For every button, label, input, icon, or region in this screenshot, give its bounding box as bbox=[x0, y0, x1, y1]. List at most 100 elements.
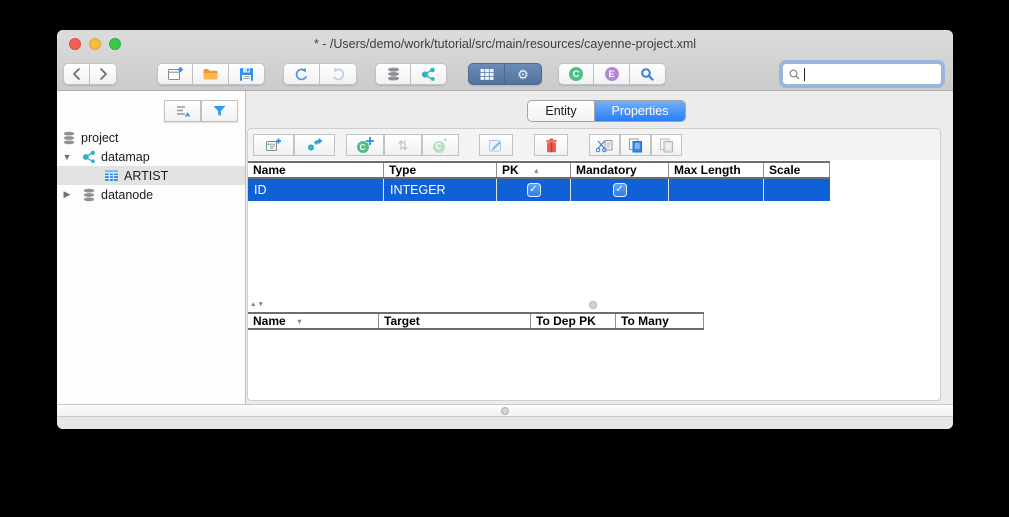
horizontal-splitter[interactable] bbox=[57, 404, 953, 417]
status-bar bbox=[57, 417, 953, 429]
search-input[interactable] bbox=[782, 63, 942, 85]
new-project-button[interactable] bbox=[157, 63, 193, 85]
search-dialog-button[interactable] bbox=[630, 63, 666, 85]
redo-button[interactable] bbox=[320, 63, 357, 85]
paste-button[interactable] bbox=[651, 134, 682, 156]
new-project-icon bbox=[167, 66, 184, 82]
embeddable-icon: E bbox=[605, 67, 619, 81]
minimize-button[interactable] bbox=[89, 38, 101, 50]
cell-mandatory[interactable]: ✓ bbox=[571, 179, 669, 201]
text-caret bbox=[804, 68, 805, 81]
data-button-group bbox=[375, 63, 447, 85]
entity-button-group: C E bbox=[558, 63, 666, 85]
database-icon bbox=[386, 67, 401, 81]
tree-item-datamap[interactable]: ▼ datamap bbox=[57, 147, 245, 166]
create-attribute-button[interactable] bbox=[253, 134, 294, 156]
table-splitter-handle[interactable] bbox=[589, 301, 597, 309]
column-header-target[interactable]: Target bbox=[379, 314, 531, 328]
new-datanode-button[interactable] bbox=[375, 63, 411, 85]
column-header-type[interactable]: Type bbox=[384, 163, 497, 177]
remove-button-group bbox=[534, 134, 568, 156]
datamap-display-button[interactable] bbox=[468, 63, 505, 85]
sidebar: project ▼ datamap bbox=[57, 91, 246, 404]
clipboard-button-group bbox=[589, 134, 682, 156]
table-grid-icon bbox=[480, 68, 494, 81]
tree-item-artist[interactable]: ARTIST bbox=[57, 166, 245, 185]
create-relationship-icon bbox=[306, 137, 323, 153]
column-header-to-dep-pk[interactable]: To Dep PK bbox=[531, 314, 616, 328]
nav-button-group bbox=[63, 63, 117, 85]
column-header-mandatory[interactable]: Mandatory bbox=[571, 163, 669, 177]
column-header-scale[interactable]: Scale bbox=[764, 163, 830, 177]
cell-max-length[interactable] bbox=[669, 179, 764, 201]
undo-icon bbox=[294, 67, 309, 81]
entity-toolbar: C ⇅ C ▲ bbox=[248, 129, 940, 160]
undo-button[interactable] bbox=[283, 63, 320, 85]
undo-button-group bbox=[283, 63, 357, 85]
datamap-icon bbox=[82, 150, 96, 164]
tab-properties[interactable]: Properties bbox=[594, 101, 685, 121]
search-icon bbox=[640, 67, 655, 82]
open-project-button[interactable] bbox=[193, 63, 229, 85]
search-field-icon bbox=[788, 68, 801, 81]
pk-checkbox[interactable]: ✓ bbox=[527, 183, 541, 197]
tree-item-label: ARTIST bbox=[124, 169, 168, 183]
window-title: * - /Users/demo/work/tutorial/src/main/r… bbox=[57, 30, 953, 58]
back-icon bbox=[72, 68, 81, 80]
forward-button[interactable] bbox=[90, 63, 117, 85]
file-button-group bbox=[157, 63, 265, 85]
sort-desc-icon: ▼ bbox=[296, 317, 303, 326]
expander-closed-icon[interactable]: ▶ bbox=[61, 189, 73, 200]
sidebar-toolbar bbox=[164, 100, 238, 122]
table-splitter[interactable]: ▲▼ bbox=[248, 300, 940, 312]
tree-item-label: datamap bbox=[101, 150, 150, 164]
collapse-tree-icon bbox=[175, 104, 191, 119]
column-header-name[interactable]: Name bbox=[248, 163, 384, 177]
column-header-to-many[interactable]: To Many bbox=[616, 314, 704, 328]
back-button[interactable] bbox=[63, 63, 90, 85]
screen: * - /Users/demo/work/tutorial/src/main/r… bbox=[0, 0, 1009, 517]
column-header-rel-name[interactable]: Name▼ bbox=[248, 314, 379, 328]
cut-button[interactable] bbox=[589, 134, 620, 156]
column-header-max-length[interactable]: Max Length bbox=[669, 163, 764, 177]
copy-icon bbox=[628, 138, 643, 153]
datamap-icon bbox=[421, 67, 436, 82]
mandatory-checkbox[interactable]: ✓ bbox=[613, 183, 627, 197]
new-objentity-button[interactable]: C bbox=[558, 63, 594, 85]
horizontal-splitter-handle[interactable] bbox=[501, 407, 509, 415]
close-button[interactable] bbox=[69, 38, 81, 50]
filter-button[interactable] bbox=[201, 100, 238, 122]
attribute-row-id[interactable]: ID INTEGER ✓ ✓ bbox=[248, 179, 830, 201]
collapse-tree-button[interactable] bbox=[164, 100, 201, 122]
edit-button[interactable] bbox=[479, 134, 513, 156]
column-header-pk[interactable]: PK▲ bbox=[497, 163, 571, 177]
zoom-button[interactable] bbox=[109, 38, 121, 50]
new-embeddable-button[interactable]: E bbox=[594, 63, 630, 85]
remove-button[interactable] bbox=[534, 134, 568, 156]
create-objentity-button[interactable]: C bbox=[346, 134, 384, 156]
database-icon bbox=[62, 131, 76, 145]
sort-asc-icon: ▲ bbox=[533, 166, 540, 175]
expander-open-icon[interactable]: ▼ bbox=[61, 152, 73, 162]
new-datamap-button[interactable] bbox=[411, 63, 447, 85]
cell-name[interactable]: ID bbox=[248, 179, 384, 201]
tree-item-project[interactable]: project bbox=[57, 128, 245, 147]
cell-pk[interactable]: ✓ bbox=[497, 179, 571, 201]
tree-item-datanode[interactable]: ▶ datanode bbox=[57, 185, 245, 204]
cell-type[interactable]: INTEGER bbox=[384, 179, 497, 201]
cell-scale[interactable] bbox=[764, 179, 830, 201]
tree-item-label: datanode bbox=[101, 188, 153, 202]
copy-button[interactable] bbox=[620, 134, 651, 156]
main-area: Entity Properties bbox=[247, 91, 953, 404]
configuration-button[interactable]: ⚙ bbox=[505, 63, 542, 85]
tab-entity[interactable]: Entity bbox=[528, 101, 594, 121]
save-button[interactable] bbox=[229, 63, 265, 85]
paste-icon bbox=[659, 138, 674, 153]
splitter-collapse-arrows[interactable]: ▲▼ bbox=[250, 301, 265, 308]
move-button[interactable]: ⇅ bbox=[384, 134, 422, 156]
view-button-group: ⚙ bbox=[468, 63, 542, 85]
create-relationship-button[interactable] bbox=[294, 134, 335, 156]
gear-icon: ⚙ bbox=[517, 68, 529, 81]
upgrade-button[interactable]: C ▲ bbox=[422, 134, 459, 156]
titlebar[interactable]: * - /Users/demo/work/tutorial/src/main/r… bbox=[57, 30, 953, 58]
